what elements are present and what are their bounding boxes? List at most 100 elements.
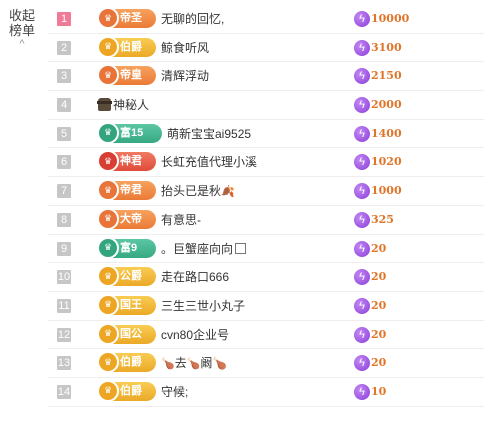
username-text: 走在路口666	[161, 270, 230, 285]
username[interactable]: cvn80企业号	[161, 321, 229, 349]
rank-number: 8	[57, 212, 71, 227]
contribution-score: ϟ 325	[354, 211, 394, 228]
ranking-row[interactable]: 9 ♛ 富9 。巨蟹座向向 ϟ 20	[48, 235, 484, 264]
ranking-row[interactable]: 3 ♛ 帝皇 清辉浮动 ϟ 2150	[48, 62, 484, 92]
username-text: 。巨蟹座向向	[161, 241, 234, 256]
badge-emblem-icon: ♛	[97, 322, 119, 345]
lightning-bolt-icon: ϟ	[354, 383, 370, 400]
ranking-row[interactable]: 11 ♛ 国王 三生三世小丸子 ϟ 20	[48, 292, 484, 321]
rank-number: 14	[57, 384, 71, 399]
badge-emblem-icon: ♛	[97, 35, 119, 58]
username[interactable]: 萌新宝宝ai9525	[167, 120, 251, 148]
username-text: 去	[174, 356, 187, 371]
username[interactable]: 清辉浮动	[161, 62, 209, 90]
lightning-bolt-icon: ϟ	[354, 11, 370, 27]
ranking-row[interactable]: 2 ♛ 伯爵 鲸食听风 ϟ 3100	[48, 34, 484, 63]
badge-emblem-icon: ♛	[97, 379, 119, 402]
ranking-row[interactable]: 5 ♛ 富15 萌新宝宝ai9525 ϟ 1400	[48, 120, 484, 149]
username[interactable]: 🍗去🍗阚🍗	[161, 349, 227, 378]
rank-number: 3	[57, 69, 71, 84]
lightning-bolt-icon: ϟ	[354, 240, 370, 257]
level-badge: ♛ 帝皇	[97, 64, 156, 87]
score-value: 2000	[371, 98, 402, 112]
ranking-row[interactable]: 10 ♛ 公爵 走在路口666 ϟ 20	[48, 263, 484, 292]
ranking-row[interactable]: 14 ♛ 伯爵 守候; ϟ 10	[48, 378, 484, 407]
badge-label: 伯爵	[120, 384, 142, 397]
collapse-ranking-button[interactable]: 收起 榜单 ^	[0, 8, 44, 50]
badge-emblem-icon: ♛	[97, 236, 119, 259]
lightning-bolt-icon: ϟ	[354, 125, 370, 142]
username[interactable]: 三生三世小丸子	[161, 292, 245, 320]
ranking-row[interactable]: 4 神秘人 ϟ 2000	[48, 91, 484, 120]
username-text: 清辉浮动	[161, 69, 210, 84]
fallen-leaf-icon: 🍂	[221, 186, 235, 199]
badge-emblem-icon: ♛	[97, 179, 119, 202]
username-suffix: 阚🍗	[200, 356, 228, 371]
badge-label: 神君	[120, 155, 142, 168]
ranking-row[interactable]: 7 ♛ 帝君 抬头已是秋🍂 ϟ 1000	[48, 177, 484, 206]
badge-emblem-icon: ♛	[97, 7, 119, 29]
badge-emblem-icon: ♛	[97, 150, 119, 173]
username-text: 长虹充值代理小溪	[161, 155, 258, 170]
ranking-row[interactable]: 8 ♛ 大帝 有意思-ϟ 325	[48, 206, 484, 235]
score-value: 3100	[371, 40, 402, 54]
score-value: 1000	[371, 184, 402, 198]
rank-number: 12	[57, 327, 71, 342]
rank-number: 7	[57, 184, 71, 199]
ranking-row[interactable]: 6 ♛ 神君 长虹充值代理小溪 ϟ 1020	[48, 148, 484, 178]
contribution-score: ϟ 10000	[354, 11, 409, 27]
contribution-score: ϟ 10	[354, 383, 386, 400]
badge-emblem-icon: ♛	[97, 121, 119, 144]
contribution-score: ϟ 20	[354, 326, 387, 343]
username-text: 萌新宝宝ai9525	[167, 126, 252, 141]
drumstick-icon: 🍗	[161, 358, 175, 371]
collapse-label-line2: 榜单	[8, 23, 35, 38]
username[interactable]: 无聊的回忆,	[161, 5, 224, 33]
score-value: 20	[371, 298, 387, 312]
rank-number: 11	[57, 298, 71, 313]
ranking-row[interactable]: 1 ♛ 帝圣 无聊的回忆, ϟ 10000	[48, 5, 484, 34]
username[interactable]: 有意思-	[161, 206, 201, 234]
badge-emblem-icon: ♛	[97, 64, 119, 87]
score-value: 20	[371, 356, 387, 370]
contribution-score: ϟ 3100	[354, 39, 402, 56]
username-text: 鲸食听风	[161, 40, 210, 55]
rank-number: 2	[57, 40, 71, 55]
score-value: 20	[371, 327, 387, 341]
score-value: 1400	[371, 126, 402, 140]
lightning-bolt-icon: ϟ	[354, 269, 370, 286]
username[interactable]: 守候;	[161, 378, 188, 406]
contribution-score: ϟ 1400	[354, 125, 402, 142]
badge-label: 国王	[120, 298, 142, 311]
level-badge: ♛ 神君	[97, 150, 156, 173]
badge-label: 国公	[120, 327, 142, 340]
ranking-row[interactable]: 13 ♛ 伯爵 🍗去🍗阚🍗 ϟ 20	[48, 349, 484, 378]
username[interactable]: 走在路口666	[161, 263, 229, 291]
badge-label: 伯爵	[120, 40, 142, 53]
contribution-score: ϟ 20	[354, 355, 387, 372]
score-value: 10000	[371, 12, 410, 25]
username[interactable]: 鲸食听风	[161, 34, 209, 62]
username[interactable]: 抬头已是秋🍂	[161, 177, 235, 206]
score-value: 2150	[371, 69, 402, 83]
badge-label: 帝皇	[120, 69, 142, 82]
username-text: cvn80企业号	[161, 327, 230, 342]
badge-emblem-icon: ♛	[97, 293, 119, 316]
lightning-bolt-icon: ϟ	[354, 326, 370, 343]
username[interactable]: 神秘人	[97, 91, 149, 119]
rank-number: 6	[57, 155, 71, 170]
lightning-bolt-icon: ϟ	[354, 154, 370, 171]
username[interactable]: 长虹充值代理小溪	[161, 148, 257, 176]
username[interactable]: 。巨蟹座向向	[161, 235, 247, 263]
contribution-score: ϟ 2150	[354, 68, 402, 85]
level-badge: ♛ 国公	[97, 322, 156, 345]
badge-label: 富9	[120, 241, 138, 254]
level-badge: ♛ 伯爵	[97, 351, 156, 374]
level-badge: ♛ 帝圣	[97, 7, 156, 29]
contribution-score: ϟ 20	[354, 269, 386, 286]
badge-label: 富15	[120, 126, 144, 139]
ranking-row[interactable]: 12 ♛ 国公 cvn80企业号 ϟ 20	[48, 321, 484, 350]
rank-number: 5	[57, 126, 71, 141]
rank-number: 10	[57, 270, 71, 285]
badge-emblem-icon: ♛	[97, 351, 119, 374]
